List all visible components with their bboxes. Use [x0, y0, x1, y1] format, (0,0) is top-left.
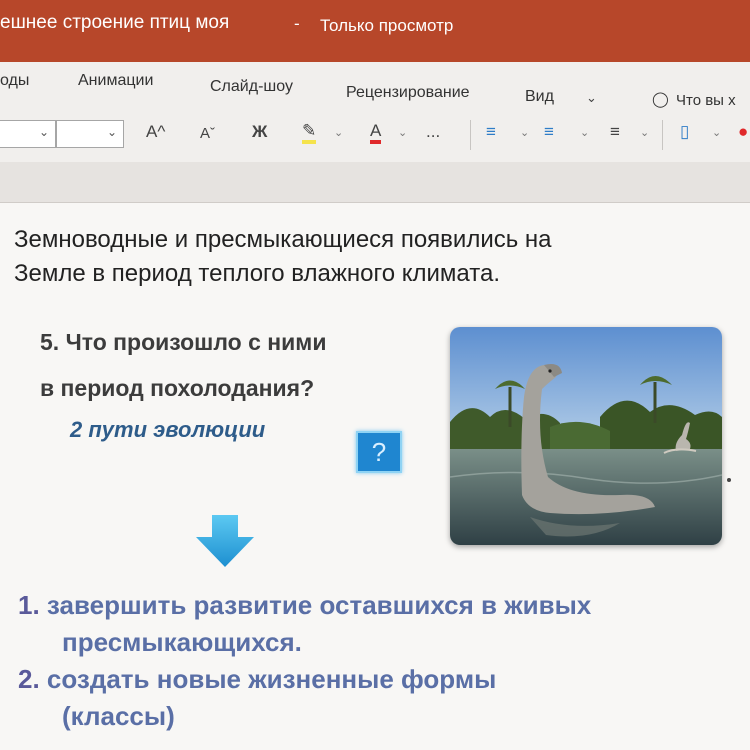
chevron-down-icon[interactable]: ⌄: [334, 126, 343, 139]
down-arrow-icon: [190, 511, 260, 576]
chevron-down-icon[interactable]: ⌄: [712, 126, 721, 139]
tab-review[interactable]: Рецензирование: [346, 84, 470, 102]
title-separator: -: [294, 14, 300, 33]
toolbar-divider: [470, 120, 471, 150]
chevron-down-icon: ⌄: [106, 125, 117, 139]
answer-text: завершить развитие оставшихся в живых: [46, 590, 592, 620]
dinosaur-image: [450, 327, 722, 545]
chevron-down-icon[interactable]: ⌄: [580, 126, 589, 139]
answer-item-2: 2. создать новые жизненные формы: [18, 661, 748, 698]
font-name-select[interactable]: ⌄: [0, 120, 56, 148]
slide-dot: [727, 478, 731, 482]
chevron-down-icon[interactable]: ⌄: [640, 126, 649, 139]
tab-slideshow[interactable]: Слайд-шоу: [210, 78, 293, 96]
shape-fill-icon[interactable]: ●: [738, 122, 748, 142]
ribbon-tabs: оды Анимации Слайд-шоу Рецензирование Ви…: [0, 62, 750, 110]
answer-text: создать новые жизненные формы: [46, 664, 497, 694]
ribbon-toolbar: ⌄ ⌄ A^ Aˇ Ж ✎ ⌄ A ⌄ ... ≡ ⌄ ≡ ⌄ ≡ ⌄ ▯ ⌄ …: [0, 110, 750, 163]
bold-button[interactable]: Ж: [252, 122, 267, 142]
chevron-down-icon[interactable]: ⌄: [586, 90, 597, 106]
question-line-1: 5. Что произошло с ними: [40, 329, 327, 355]
evolution-paths-label: 2 пути эволюции: [70, 417, 266, 442]
title-bar: ешнее строение птиц моя - Только просмот…: [0, 0, 750, 62]
more-options-button[interactable]: ...: [426, 122, 440, 142]
chevron-down-icon[interactable]: ⌄: [398, 126, 407, 139]
answer-item-1-cont: пресмыкающихся.: [62, 627, 302, 657]
toolbar-divider: [662, 120, 663, 150]
font-size-select[interactable]: ⌄: [56, 120, 124, 148]
dinosaur-illustration: [450, 327, 722, 545]
intro-line-1: Земноводные и пресмыкающиеся появились н…: [14, 226, 552, 253]
shrink-font-button[interactable]: Aˇ: [200, 125, 215, 142]
document-title: ешнее строение птиц моя: [0, 12, 230, 33]
tab-transitions[interactable]: оды: [0, 72, 29, 90]
question-mark-button[interactable]: ?: [356, 431, 402, 473]
answer-number: 1.: [18, 590, 40, 620]
ribbon-band: [0, 162, 750, 203]
read-only-label: Только просмотр: [320, 16, 454, 35]
down-arrow-shape: [196, 515, 254, 567]
answers-list: 1. завершить развитие оставшихся в живых…: [18, 587, 748, 735]
numbered-list-icon[interactable]: ≡: [544, 122, 554, 142]
highlight-pen-icon[interactable]: ✎: [302, 122, 317, 144]
tell-me-search[interactable]: Что вы х: [676, 92, 736, 109]
answer-item-2-cont: (классы): [62, 701, 175, 731]
answer-item-1: 1. завершить развитие оставшихся в живых: [18, 587, 748, 624]
lightbulb-icon: ◯: [652, 91, 669, 108]
question-line-2: в период похолодания?: [40, 375, 315, 401]
shapes-icon[interactable]: ▯: [680, 122, 689, 142]
bullet-list-icon[interactable]: ≡: [486, 122, 496, 142]
answer-number: 2.: [18, 664, 40, 694]
intro-line-2: Земле в период теплого влажного климата.: [14, 260, 500, 287]
font-color-button[interactable]: A: [370, 122, 382, 144]
intro-text: Земноводные и пресмыкающиеся появились н…: [14, 223, 744, 291]
tab-animations[interactable]: Анимации: [78, 72, 153, 90]
chevron-down-icon: ⌄: [38, 125, 49, 139]
question-text: 5. Что произошло с ними в период похолод…: [40, 319, 440, 411]
slide-canvas: Земноводные и пресмыкающиеся появились н…: [0, 203, 750, 750]
align-text-icon[interactable]: ≡: [610, 122, 620, 142]
grow-font-button[interactable]: A^: [146, 122, 165, 142]
chevron-down-icon[interactable]: ⌄: [520, 126, 529, 139]
tab-view[interactable]: Вид: [525, 88, 554, 106]
